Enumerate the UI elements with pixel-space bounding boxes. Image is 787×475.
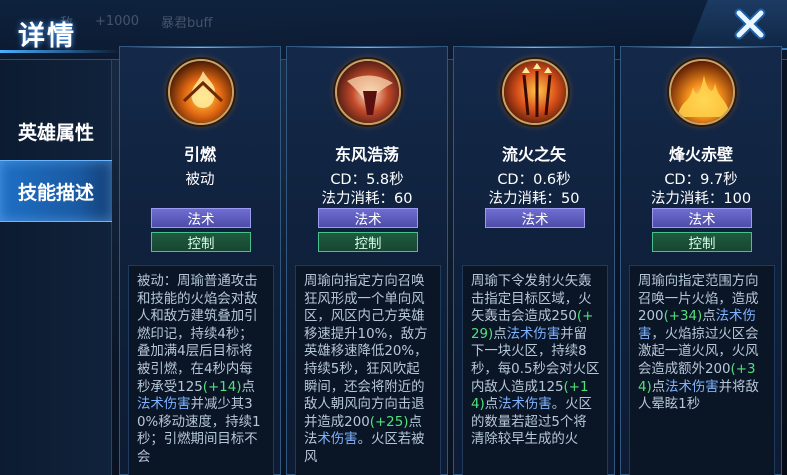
desc-text: 点 — [493, 326, 507, 342]
skill-description-box: 被动：周瑜普通攻击和技能的火焰会对敌人和敌方建筑叠加引燃印记，持续4秒；叠加满4… — [128, 265, 274, 475]
desc-text: 点 — [702, 309, 716, 325]
page-title: 详情 — [18, 21, 76, 52]
desc-text: 点 — [484, 397, 499, 413]
desc-text: 点 — [651, 379, 666, 395]
desc-damage-type: 法术伤害 — [665, 379, 719, 395]
skill-description: 被动：周瑜普通攻击和技能的火焰会对敌人和敌方建筑叠加引燃印记，持续4秒；叠加满4… — [137, 273, 266, 467]
desc-bonus: (+25) — [369, 414, 409, 430]
skill-type: 被动 — [185, 172, 215, 188]
skill-card-4: 烽火赤壁 CD：9.7秒 法力消耗：100 法术 控制 周瑜向指定范围方向召唤一… — [620, 46, 782, 475]
magic-tag: 法术 — [652, 208, 752, 228]
desc-text: 点 — [241, 379, 255, 395]
skill-description-box: 周瑜向指定方向召唤狂风形成一个单向风区，风区内己方英雄移速提升10%，敌方英雄移… — [295, 265, 441, 475]
skill-mana-cost: 法力消耗：100 — [650, 191, 752, 207]
skill-description: 周瑜向指定方向召唤狂风形成一个单向风区，风区内己方英雄移速提升10%，敌方英雄移… — [304, 273, 433, 467]
desc-text: 被动：周瑜普通攻击和技能的火焰会对敌人和敌方建筑叠加引燃印记，持续4秒；叠加满4… — [137, 274, 258, 395]
magic-tag: 法术 — [485, 208, 585, 228]
skill-name: 东风浩荡 — [334, 145, 399, 164]
control-tag: 控制 — [151, 232, 251, 252]
skill-cooldown: CD：5.8秒 — [330, 172, 404, 188]
skill-description-box: 周瑜下令发射火矢轰击指定目标区域，火矢轰击会造成250(+29)点法术伤害并留下… — [462, 265, 608, 475]
fire-wall-icon — [669, 59, 735, 125]
magic-tag: 法术 — [318, 208, 418, 228]
desc-bonus: (+34) — [663, 309, 703, 325]
skill-mana-cost: 法力消耗：60 — [321, 191, 413, 207]
skill-cooldown: CD：9.7秒 — [664, 172, 738, 188]
desc-damage-type: 法术伤害 — [498, 397, 552, 413]
east-wind-icon — [335, 59, 401, 125]
close-icon — [734, 8, 766, 40]
desc-text: 周瑜下令发射火矢轰击指定目标区域，火矢轰击会造成250 — [471, 274, 592, 325]
magic-tag: 法术 — [151, 208, 251, 228]
desc-damage-type: 法术伤害 — [506, 326, 561, 342]
hud-text: 暴君buff — [161, 15, 213, 31]
desc-bonus: (+14) — [202, 379, 242, 395]
control-tag: 控制 — [652, 232, 752, 252]
skill-cooldown: CD：0.6秒 — [497, 172, 571, 188]
control-tag: 控制 — [318, 232, 418, 252]
skill-mana-cost: 法力消耗：50 — [488, 191, 580, 207]
fire-arrow-icon — [502, 59, 568, 125]
skill-name: 引燃 — [183, 145, 216, 164]
background-hud-strip: 敌 +1000 暴君buff — [60, 8, 390, 34]
desc-damage-type: 术伤害 — [317, 432, 358, 448]
hud-text: +1000 — [95, 13, 139, 29]
skill-card-2: 东风浩荡 CD：5.8秒 法力消耗：60 法术 控制 周瑜向指定方向召唤狂风形成… — [286, 46, 448, 475]
desc-damage-type: 法术伤害 — [137, 397, 191, 413]
title-underline — [0, 50, 120, 53]
skill-card-1: 引燃 被动 法术 控制 被动：周瑜普通攻击和技能的火焰会对敌人和敌方建筑叠加引燃… — [119, 46, 281, 475]
skill-description: 周瑜向指定范围方向召唤一片火焰，造成200(+34)点法术伤害，火焰掠过火区会激… — [638, 273, 767, 414]
skill-name: 流火之矢 — [501, 145, 566, 164]
close-button[interactable] — [728, 4, 772, 44]
skill-name: 烽火赤壁 — [668, 145, 733, 164]
sidebar-item-hero-attributes[interactable]: 英雄属性 — [0, 100, 112, 162]
skill-description: 周瑜下令发射火矢轰击指定目标区域，火矢轰击会造成250(+29)点法术伤害并留下… — [471, 273, 600, 449]
sidebar-item-skill-description[interactable]: 技能描述 — [0, 160, 112, 222]
skill-description-box: 周瑜向指定范围方向召唤一片火焰，造成200(+34)点法术伤害，火焰掠过火区会激… — [629, 265, 775, 475]
skill-card-3: 流火之矢 CD：0.6秒 法力消耗：50 法术 周瑜下令发射火矢轰击指定目标区域… — [453, 46, 615, 475]
sidebar: 英雄属性 技能描述 — [0, 60, 112, 475]
desc-text: 周瑜向指定方向召唤狂风形成一个单向风区，风区内己方英雄移速提升10%，敌方英雄移… — [304, 274, 428, 430]
flame-fan-icon — [168, 59, 234, 125]
